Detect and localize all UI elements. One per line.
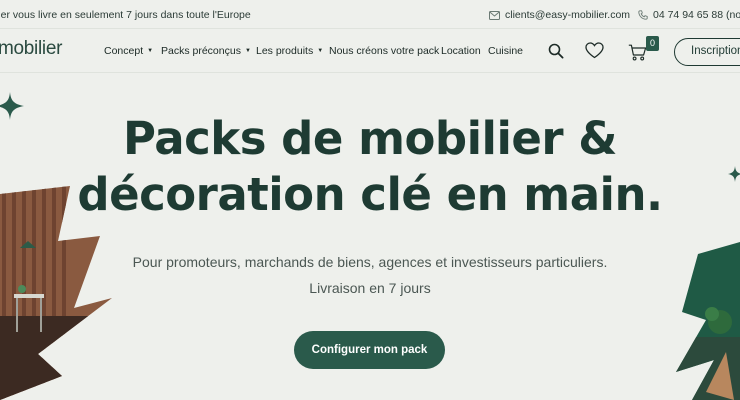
nav-item-nous-creons-votre-pack[interactable]: Nous créons votre pack — [329, 45, 439, 57]
nav-item-concept[interactable]: Concept ▼ — [104, 45, 153, 57]
heart-icon[interactable] — [585, 42, 604, 64]
cart-icon[interactable] — [628, 44, 647, 66]
mail-icon — [489, 10, 500, 20]
phone-icon — [638, 10, 648, 20]
announcement-bar: lier vous livre en seulement 7 jours dan… — [0, 0, 740, 29]
nav-label: Location — [441, 45, 481, 57]
contact-phone[interactable]: 04 74 94 65 88 (no — [638, 9, 740, 21]
hero-title-line2: décoration clé en main. — [77, 168, 663, 221]
nav-label: Concept — [104, 45, 144, 57]
nav-label: Nous créons votre pack — [329, 45, 440, 57]
nav-item-cuisine[interactable]: Cuisine — [488, 45, 523, 57]
configure-pack-button[interactable]: Configurer mon pack — [294, 331, 445, 369]
caret-down-icon: ▼ — [147, 48, 154, 54]
site-logo[interactable]: mobilier — [0, 38, 62, 60]
nav-label: Packs préconçus — [161, 45, 241, 57]
nav-item-packs-preconcus[interactable]: Packs préconçus ▼ — [161, 45, 251, 57]
hero-subtitle-line2: Livraison en 7 jours — [309, 280, 431, 296]
contact-email-text: clients@easy-mobilier.com — [505, 9, 631, 21]
hero-title-line1: Packs de mobilier & — [122, 112, 618, 165]
nav-item-location[interactable]: Location — [441, 45, 481, 57]
search-icon[interactable] — [548, 43, 564, 64]
announcement-text: lier vous livre en seulement 7 jours dan… — [0, 9, 251, 21]
contact-email[interactable]: clients@easy-mobilier.com — [489, 9, 630, 21]
hero-subtitle: Pour promoteurs, marchands de biens, age… — [0, 249, 740, 301]
nav-label: Les produits — [256, 45, 314, 57]
caret-down-icon: ▼ — [317, 48, 324, 54]
nav-item-les-produits[interactable]: Les produits ▼ — [256, 45, 323, 57]
signup-button[interactable]: Inscription — [674, 38, 740, 66]
nav-label: Cuisine — [488, 45, 524, 57]
hero-title: Packs de mobilier & décoration clé en ma… — [0, 111, 740, 223]
contact-phone-text: 04 74 94 65 88 (no — [653, 9, 740, 21]
caret-down-icon: ▼ — [244, 48, 251, 54]
hero-subtitle-line1: Pour promoteurs, marchands de biens, age… — [132, 254, 608, 270]
cart-count-badge: 0 — [646, 36, 659, 51]
